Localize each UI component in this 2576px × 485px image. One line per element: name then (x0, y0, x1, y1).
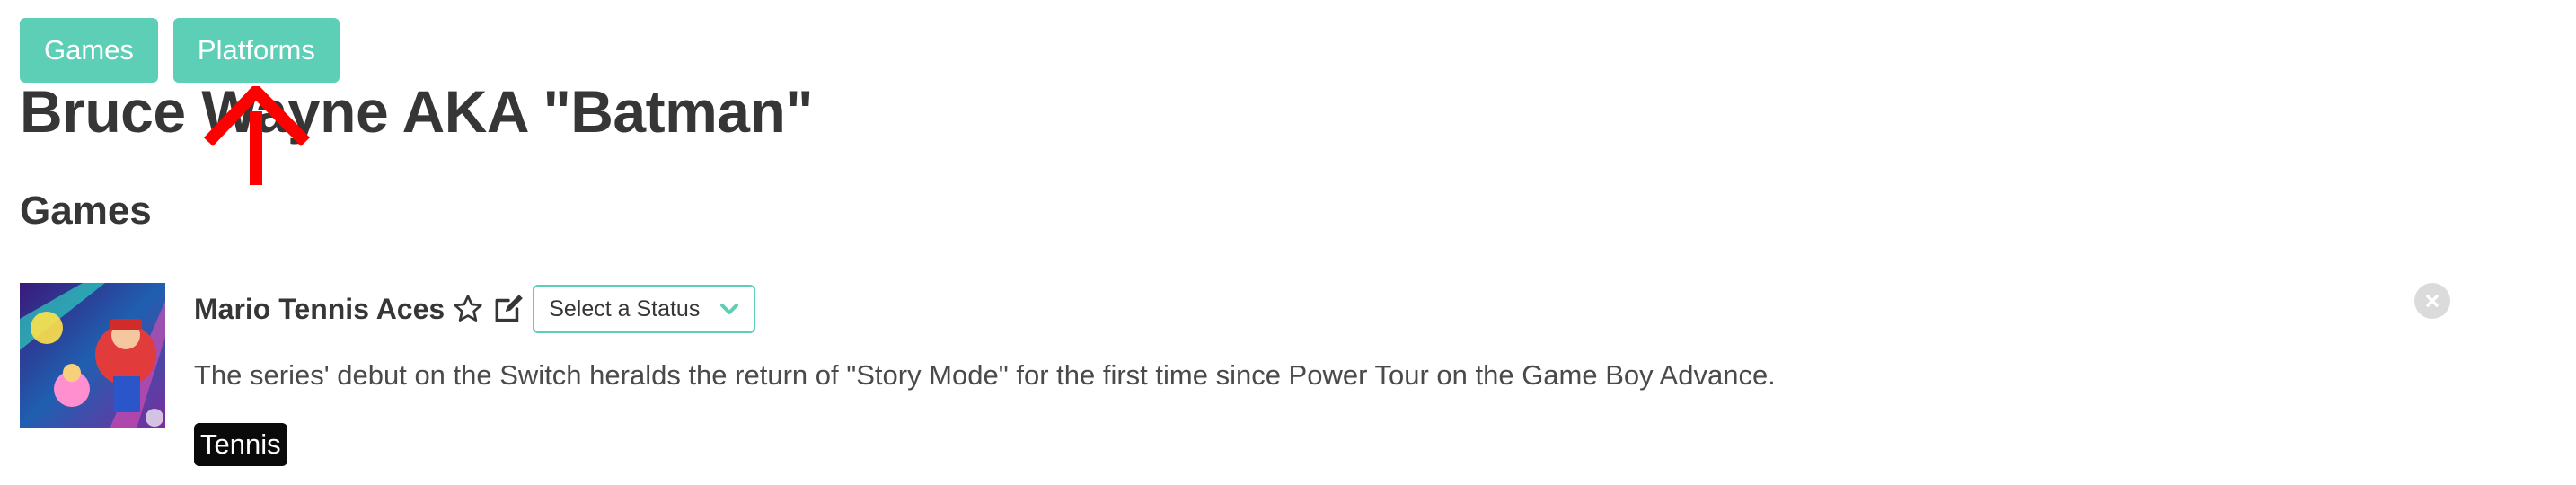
games-button[interactable]: Games (20, 18, 158, 83)
game-description: The series' debut on the Switch heralds … (194, 359, 1776, 391)
edit-icon[interactable] (491, 292, 525, 326)
star-outline-icon[interactable] (452, 293, 484, 325)
genre-tag: Tennis (194, 423, 287, 466)
platforms-button[interactable]: Platforms (172, 18, 340, 83)
status-select-value: Select a Status (549, 295, 701, 322)
game-cover-image (20, 283, 165, 428)
game-header: Mario Tennis Aces Select a Status (194, 284, 756, 334)
top-nav: Games Platforms (20, 18, 340, 83)
close-circle-icon[interactable] (2414, 283, 2450, 319)
status-select[interactable]: Select a Status (533, 285, 756, 333)
game-title[interactable]: Mario Tennis Aces (194, 293, 445, 326)
games-section-title: Games (20, 189, 152, 233)
page-title: Bruce Wayne AKA "Batman" (20, 78, 814, 145)
chevron-down-icon (719, 302, 739, 316)
